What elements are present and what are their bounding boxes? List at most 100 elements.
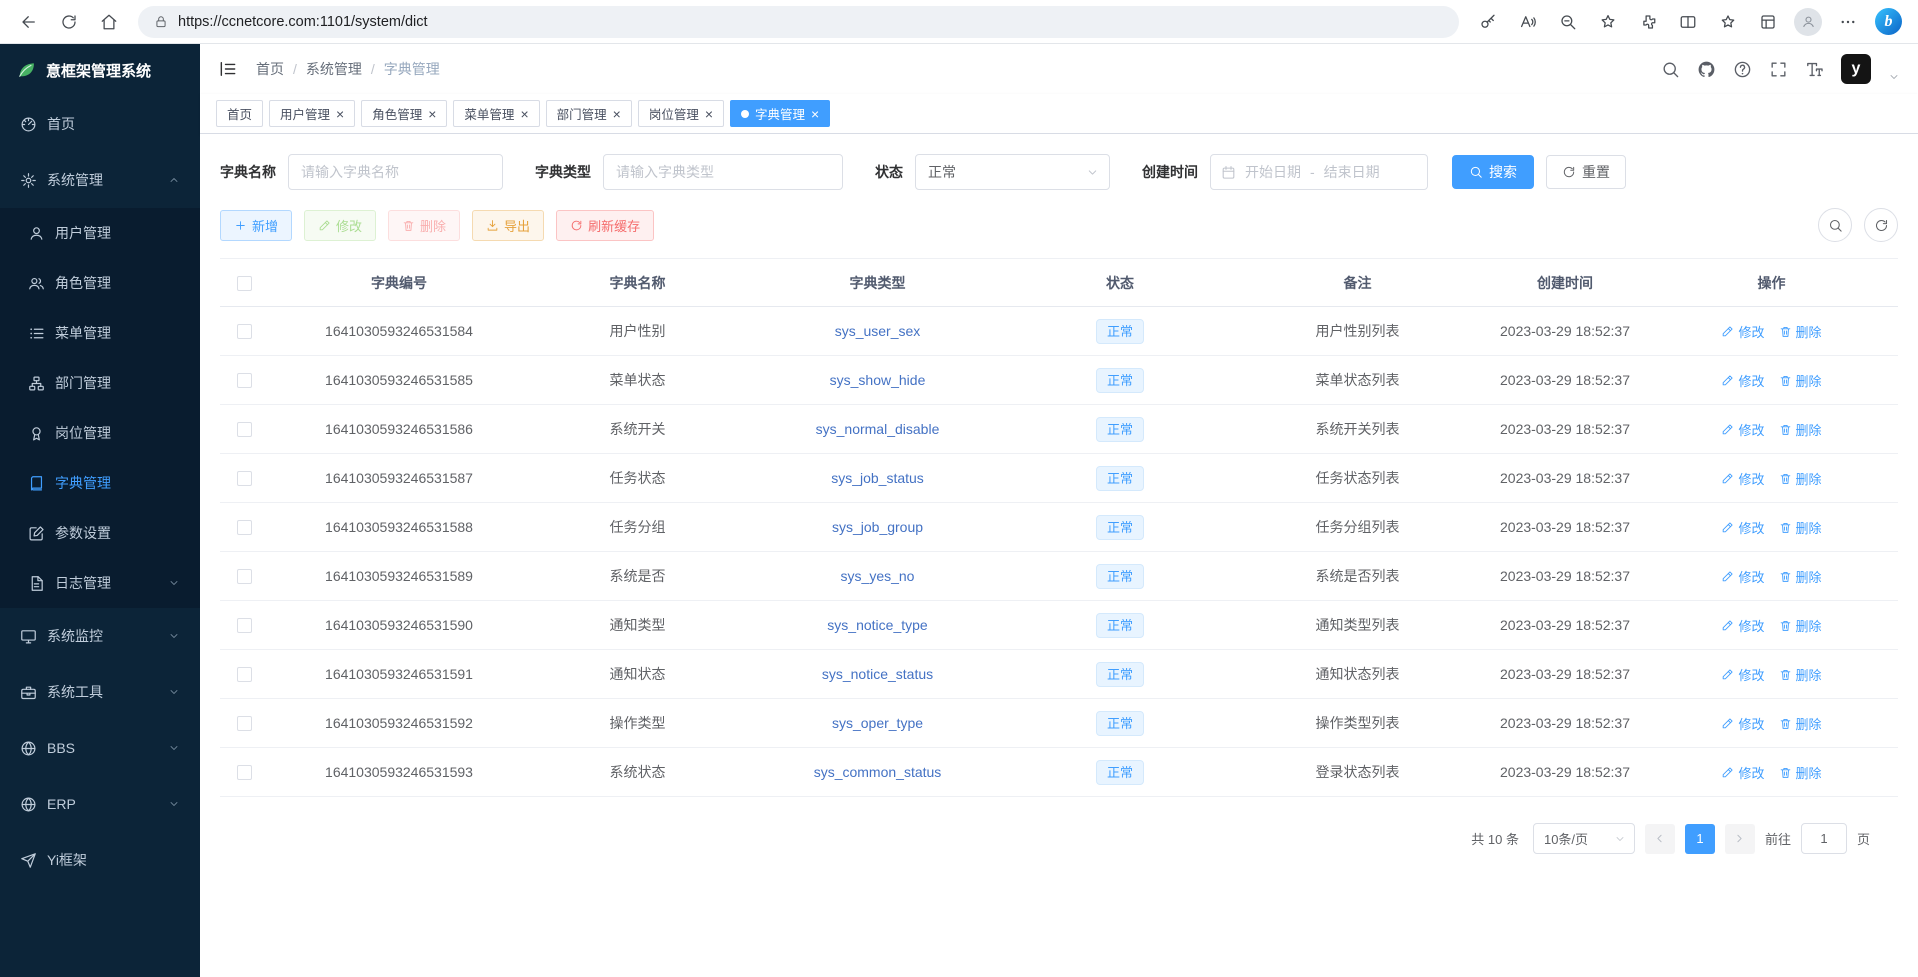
url-text[interactable]: https://ccnetcore.com:1101/system/dict bbox=[178, 14, 428, 30]
edit-link[interactable]: 修改 bbox=[1721, 322, 1764, 341]
reset-button[interactable]: 重置 bbox=[1546, 155, 1626, 189]
delete-button[interactable]: 删除 bbox=[388, 210, 460, 241]
tab-close-icon[interactable]: × bbox=[336, 107, 344, 121]
refresh-table-button[interactable] bbox=[1864, 208, 1898, 242]
extensions-button[interactable] bbox=[1629, 4, 1667, 40]
user-avatar-logo[interactable]: y bbox=[1841, 54, 1871, 84]
profile-avatar[interactable] bbox=[1794, 8, 1822, 36]
zoom-button[interactable] bbox=[1549, 4, 1587, 40]
dict-type-input[interactable] bbox=[603, 154, 843, 190]
favorites-bar-button[interactable] bbox=[1709, 4, 1747, 40]
edit-link[interactable]: 修改 bbox=[1721, 763, 1764, 782]
dict-type-link[interactable]: sys_show_hide bbox=[830, 372, 926, 388]
dict-type-link[interactable]: sys_common_status bbox=[814, 764, 942, 780]
sidebar-collapse-icon[interactable] bbox=[218, 59, 238, 79]
page-1-button[interactable]: 1 bbox=[1685, 824, 1715, 854]
row-checkbox[interactable] bbox=[237, 765, 252, 780]
font-size-icon[interactable] bbox=[1805, 60, 1824, 79]
dict-type-link[interactable]: sys_notice_status bbox=[822, 666, 933, 682]
delete-link[interactable]: 删除 bbox=[1779, 420, 1822, 439]
edit-link[interactable]: 修改 bbox=[1721, 616, 1764, 635]
header-search-icon[interactable] bbox=[1661, 60, 1680, 79]
delete-link[interactable]: 删除 bbox=[1779, 567, 1822, 586]
browser-refresh-button[interactable] bbox=[50, 4, 88, 40]
sidebar-item-role[interactable]: 角色管理 bbox=[0, 258, 200, 308]
tab-menu[interactable]: 菜单管理× bbox=[453, 100, 539, 127]
delete-link[interactable]: 删除 bbox=[1779, 714, 1822, 733]
row-checkbox[interactable] bbox=[237, 324, 252, 339]
tab-close-icon[interactable]: × bbox=[705, 107, 713, 121]
github-icon[interactable] bbox=[1697, 60, 1716, 79]
browser-menu-button[interactable] bbox=[1829, 4, 1867, 40]
browser-home-button[interactable] bbox=[90, 4, 128, 40]
sidebar-item-system[interactable]: 系统管理 bbox=[0, 152, 200, 208]
create-time-range-picker[interactable]: 开始日期 - 结束日期 bbox=[1210, 154, 1428, 190]
delete-link[interactable]: 删除 bbox=[1779, 469, 1822, 488]
browser-back-button[interactable] bbox=[10, 4, 48, 40]
tab-close-icon[interactable]: × bbox=[613, 107, 621, 121]
delete-link[interactable]: 删除 bbox=[1779, 616, 1822, 635]
fullscreen-icon[interactable] bbox=[1769, 60, 1788, 79]
dict-type-link[interactable]: sys_user_sex bbox=[835, 323, 921, 339]
page-size-select[interactable]: 10条/页 bbox=[1533, 823, 1635, 854]
sidebar-item-tool[interactable]: 系统工具 bbox=[0, 664, 200, 720]
row-checkbox[interactable] bbox=[237, 716, 252, 731]
sidebar-item-monitor[interactable]: 系统监控 bbox=[0, 608, 200, 664]
collections-button[interactable] bbox=[1749, 4, 1787, 40]
edit-link[interactable]: 修改 bbox=[1721, 518, 1764, 537]
add-favorite-button[interactable] bbox=[1589, 4, 1627, 40]
help-icon[interactable] bbox=[1733, 60, 1752, 79]
site-info-lock-icon[interactable] bbox=[154, 15, 168, 29]
tab-close-icon[interactable]: × bbox=[520, 107, 528, 121]
sidebar-item-bbs[interactable]: BBS bbox=[0, 720, 200, 776]
row-checkbox[interactable] bbox=[237, 520, 252, 535]
tab-home[interactable]: 首页 bbox=[216, 100, 263, 127]
dict-type-link[interactable]: sys_oper_type bbox=[832, 715, 923, 731]
export-button[interactable]: 导出 bbox=[472, 210, 544, 241]
tab-close-icon[interactable]: × bbox=[428, 107, 436, 121]
bing-copilot-button[interactable]: b bbox=[1875, 8, 1902, 35]
breadcrumb-home[interactable]: 首页 bbox=[256, 59, 284, 79]
password-manager-button[interactable] bbox=[1469, 4, 1507, 40]
dict-type-link[interactable]: sys_notice_type bbox=[827, 617, 927, 633]
dict-type-link[interactable]: sys_job_status bbox=[831, 470, 924, 486]
edit-link[interactable]: 修改 bbox=[1721, 371, 1764, 390]
dict-type-link[interactable]: sys_job_group bbox=[832, 519, 923, 535]
sidebar-item-erp[interactable]: ERP bbox=[0, 776, 200, 832]
sidebar-item-dept[interactable]: 部门管理 bbox=[0, 358, 200, 408]
delete-link[interactable]: 删除 bbox=[1779, 322, 1822, 341]
delete-link[interactable]: 删除 bbox=[1779, 371, 1822, 390]
delete-link[interactable]: 删除 bbox=[1779, 763, 1822, 782]
refresh-cache-button[interactable]: 刷新缓存 bbox=[556, 210, 654, 241]
dict-name-input[interactable] bbox=[288, 154, 503, 190]
row-checkbox[interactable] bbox=[237, 471, 252, 486]
row-checkbox[interactable] bbox=[237, 422, 252, 437]
status-select[interactable]: 正常 bbox=[915, 154, 1110, 190]
tab-dict[interactable]: 字典管理× bbox=[730, 100, 830, 127]
avatar-caret-icon[interactable] bbox=[1888, 71, 1900, 83]
delete-link[interactable]: 删除 bbox=[1779, 665, 1822, 684]
row-checkbox[interactable] bbox=[237, 569, 252, 584]
row-checkbox[interactable] bbox=[237, 618, 252, 633]
address-bar[interactable]: https://ccnetcore.com:1101/system/dict bbox=[138, 6, 1459, 38]
sidebar-item-home[interactable]: 首页 bbox=[0, 96, 200, 152]
tab-close-icon[interactable]: × bbox=[811, 107, 819, 121]
tab-dept[interactable]: 部门管理× bbox=[546, 100, 632, 127]
edit-link[interactable]: 修改 bbox=[1721, 469, 1764, 488]
dict-type-link[interactable]: sys_normal_disable bbox=[816, 421, 940, 437]
toggle-search-button[interactable] bbox=[1818, 208, 1852, 242]
split-screen-button[interactable] bbox=[1669, 4, 1707, 40]
sidebar-item-log[interactable]: 日志管理 bbox=[0, 558, 200, 608]
tab-post[interactable]: 岗位管理× bbox=[638, 100, 724, 127]
tab-role[interactable]: 角色管理× bbox=[361, 100, 447, 127]
dict-type-link[interactable]: sys_yes_no bbox=[841, 568, 915, 584]
sidebar-item-dict[interactable]: 字典管理 bbox=[0, 458, 200, 508]
search-button[interactable]: 搜索 bbox=[1452, 155, 1534, 189]
tab-user[interactable]: 用户管理× bbox=[269, 100, 355, 127]
sidebar-item-config[interactable]: 参数设置 bbox=[0, 508, 200, 558]
sidebar-item-post[interactable]: 岗位管理 bbox=[0, 408, 200, 458]
row-checkbox[interactable] bbox=[237, 667, 252, 682]
select-all-checkbox[interactable] bbox=[237, 276, 252, 291]
row-checkbox[interactable] bbox=[237, 373, 252, 388]
delete-link[interactable]: 删除 bbox=[1779, 518, 1822, 537]
